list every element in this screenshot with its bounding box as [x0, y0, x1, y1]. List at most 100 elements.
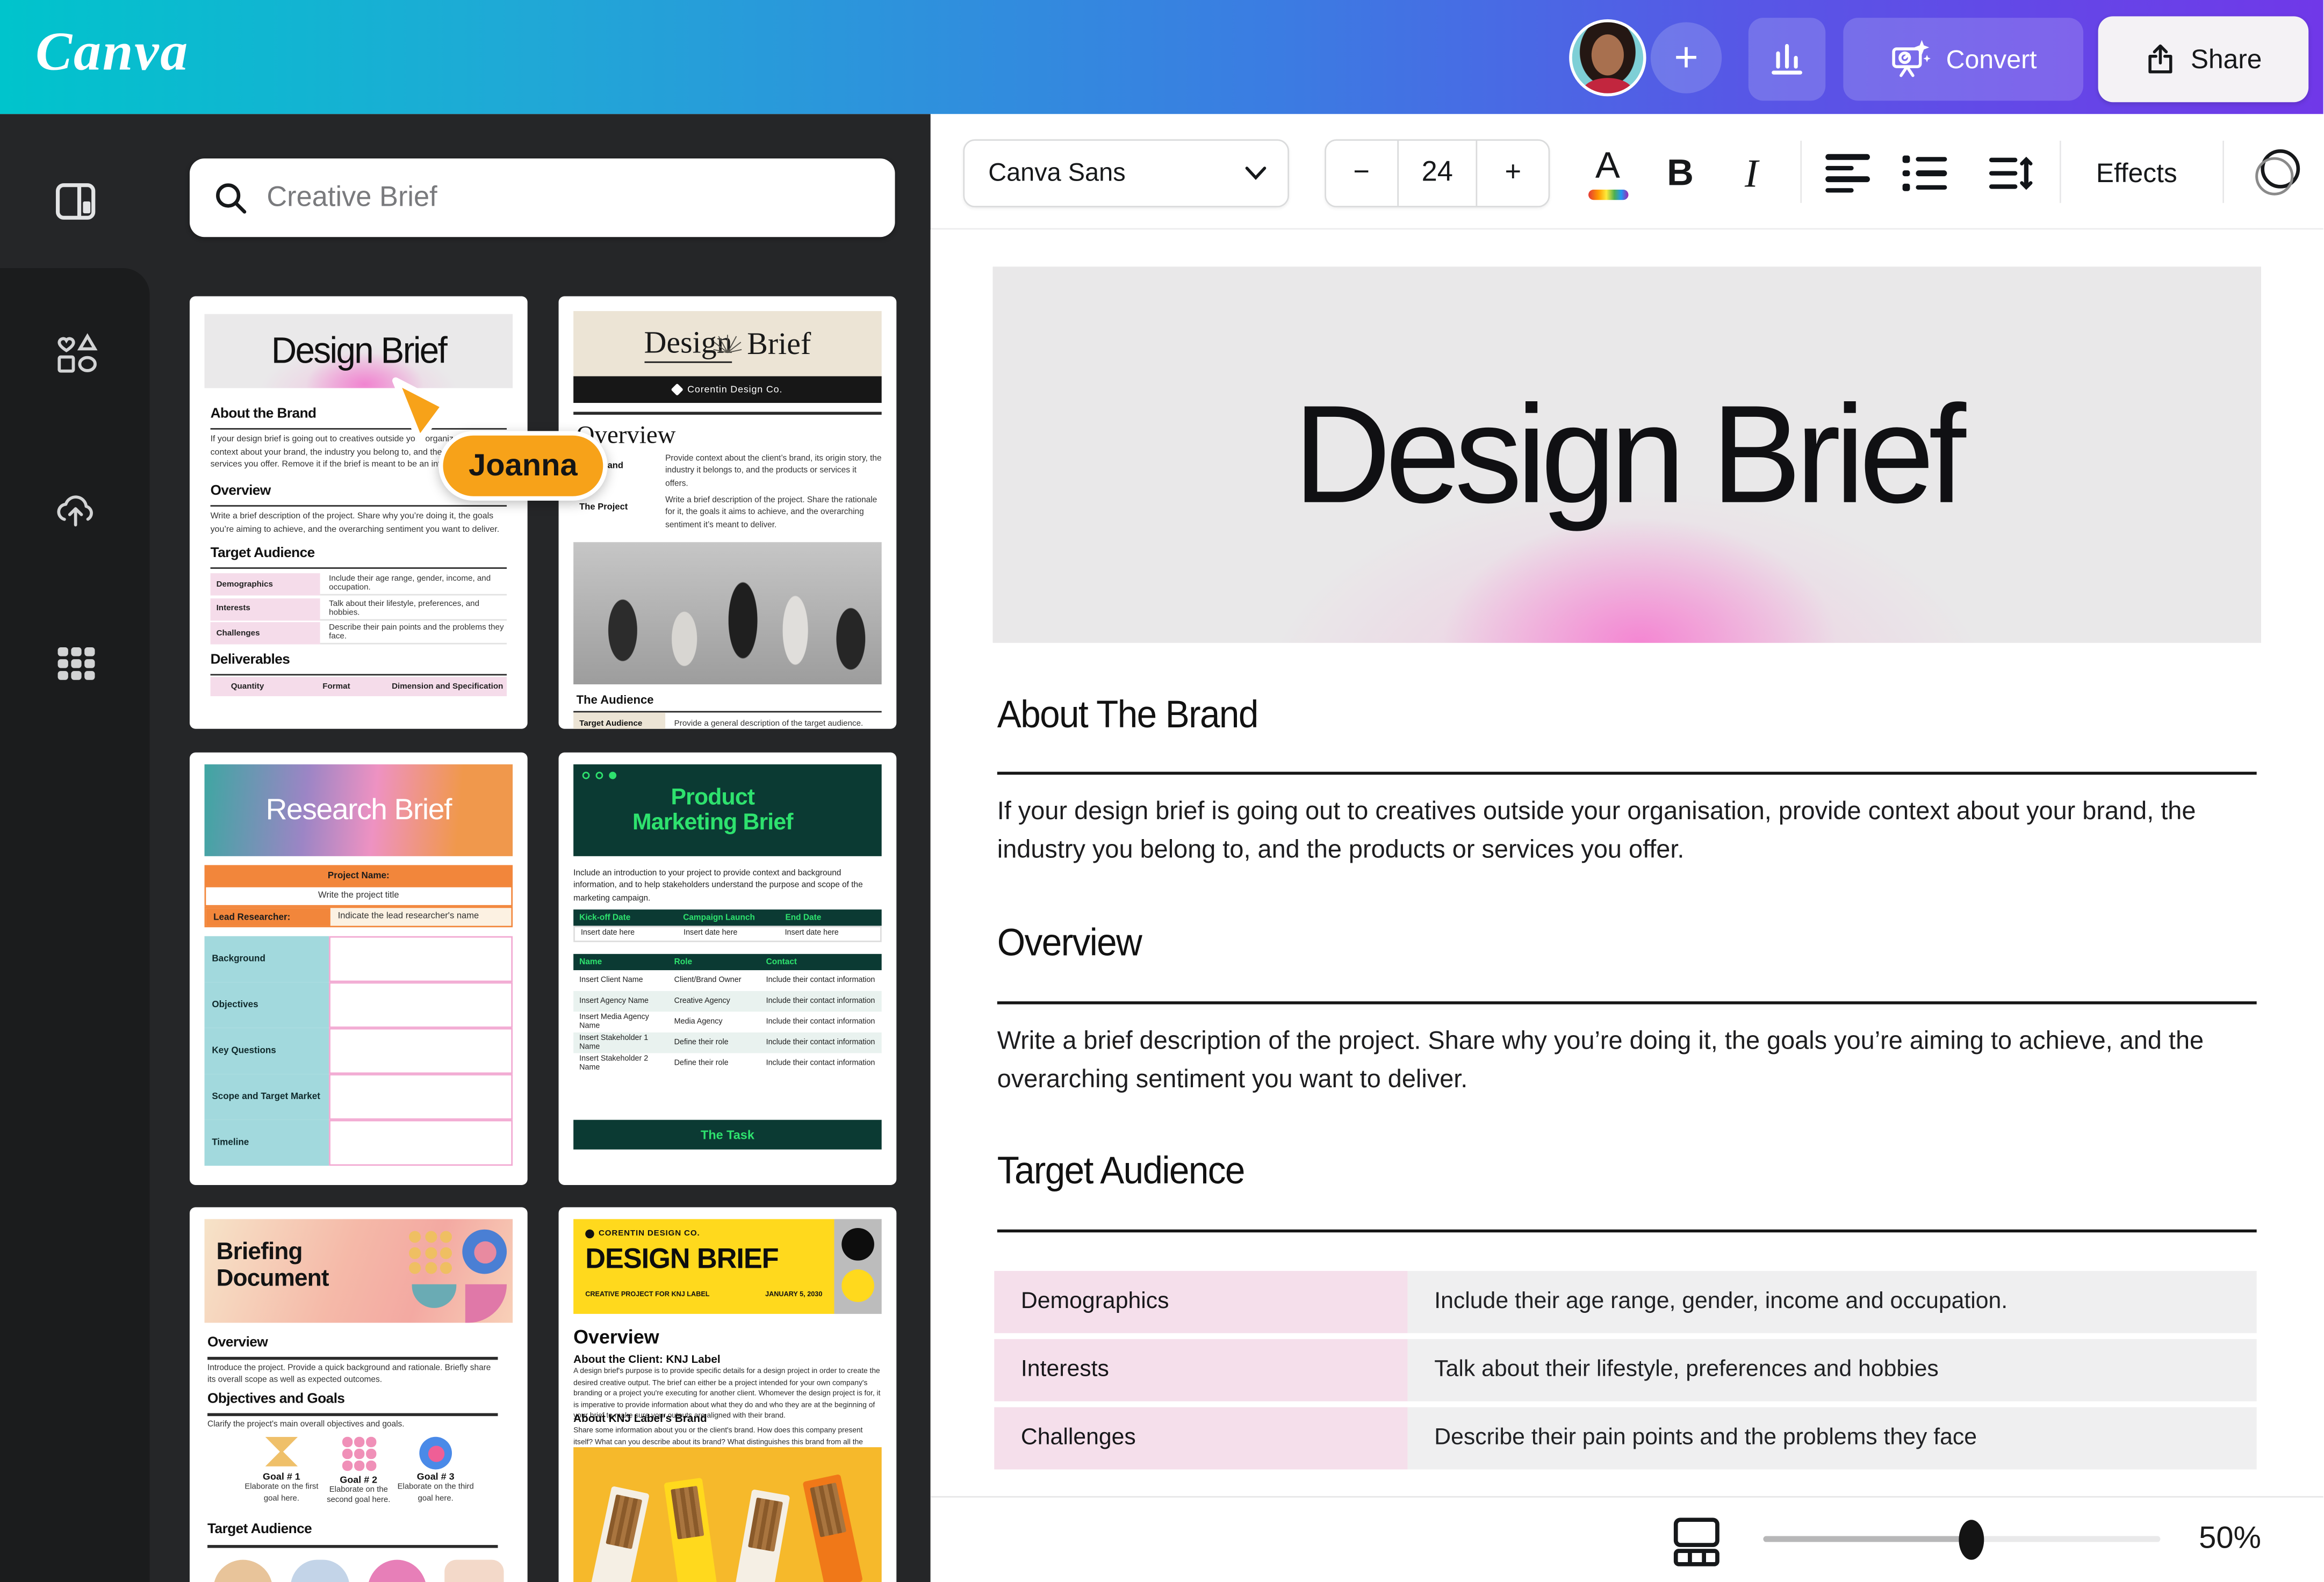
font-size-stepper: − 24 + — [1325, 139, 1550, 207]
search-input[interactable] — [267, 182, 874, 214]
table-value: Insert date here — [575, 927, 678, 941]
template-header: Design Brief — [573, 311, 882, 376]
subtitle-row: CREATIVE PROJECT FOR KNJ LABELJANUARY 5,… — [585, 1290, 822, 1298]
goal-name: Goal # 3 — [394, 1472, 477, 1483]
goal-name: Goal # 1 — [240, 1472, 323, 1483]
section-body: Introduce the project. Provide a quick b… — [207, 1363, 498, 1388]
template-card-design-brief-serif[interactable]: Design Brief Corentin Design Co. Overvie… — [559, 297, 897, 729]
doc-section-heading[interactable]: Target Audience — [997, 1148, 1244, 1194]
table-value: Insert date here — [678, 927, 779, 941]
section-heading: About the Client: KNJ Label — [573, 1353, 720, 1366]
bold-button[interactable]: B — [1651, 139, 1710, 207]
zoom-slider-knob[interactable] — [1959, 1520, 1984, 1559]
table-label: Scope and Target Market — [205, 1074, 329, 1119]
line-spacing-button[interactable] — [1977, 139, 2045, 207]
share-button[interactable]: Share — [2098, 16, 2309, 102]
table-value: Insert Agency Name — [573, 991, 668, 1012]
table-label: Key Questions — [205, 1028, 329, 1074]
table-value: Indicate the lead researcher's name — [330, 908, 511, 926]
table-label: Timeline — [205, 1120, 329, 1166]
doc-section-heading[interactable]: About The Brand — [997, 692, 1258, 738]
table-label: Interests — [994, 1339, 1407, 1402]
rainbow-color-bar — [1588, 189, 1628, 199]
template-header: Design Brief — [205, 314, 513, 388]
table-value: Creative Agency — [668, 991, 760, 1012]
brand-name: CORENTIN DESIGN CO. — [599, 1230, 700, 1239]
document-header-image[interactable]: Design Brief — [993, 266, 2261, 642]
template-card-design-brief-pink[interactable]: Design Brief About the Brand If your des… — [190, 297, 528, 729]
add-member-button[interactable]: + — [1651, 22, 1722, 93]
convert-button[interactable]: Convert — [1843, 18, 2083, 100]
templates-panel: Design Brief About the Brand If your des… — [0, 114, 931, 1582]
section-divider — [997, 1230, 2257, 1233]
font-size-increase-button[interactable]: + — [1478, 141, 1548, 206]
share-label: Share — [2191, 44, 2262, 75]
table-label: Target Audience — [573, 712, 665, 728]
template-title: Research Brief — [266, 793, 451, 827]
font-size-decrease-button[interactable]: − — [1326, 141, 1397, 206]
elements-icon[interactable] — [52, 329, 99, 376]
template-card-product-marketing-brief[interactable]: ProductMarketing Brief Include an introd… — [559, 753, 897, 1185]
table-header: Role — [668, 954, 760, 970]
dot-grid-shape — [409, 1231, 454, 1275]
doc-section-body[interactable]: If your design brief is going out to cre… — [997, 792, 2260, 869]
document-title[interactable]: Design Brief — [1293, 375, 1960, 535]
row-body: Write a brief description of the project… — [665, 495, 882, 532]
text-color-button[interactable]: A — [1578, 136, 1637, 211]
font-size-value[interactable]: 24 — [1397, 141, 1478, 206]
canva-logo[interactable]: Canva — [35, 21, 189, 85]
doc-section-heading[interactable]: Overview — [997, 920, 1141, 965]
table-value: Media Agency — [668, 1012, 760, 1032]
italic-button[interactable]: I — [1722, 139, 1781, 207]
insights-button[interactable] — [1749, 18, 1825, 100]
zoom-level-label: 50% — [2199, 1521, 2261, 1557]
audience-table-row[interactable]: Interests Talk about their lifestyle, pr… — [994, 1339, 2256, 1402]
table-value: Describe their pain points and the probl… — [1408, 1407, 2257, 1470]
goal-name: Goal # 2 — [317, 1475, 400, 1485]
text-align-button[interactable] — [1825, 139, 1890, 207]
section-body: Clarify the project's main overall objec… — [207, 1419, 498, 1432]
section-heading: Objectives and Goals — [207, 1391, 344, 1407]
table-label: Background — [205, 936, 329, 982]
section-divider — [997, 772, 2257, 775]
font-family-select[interactable]: Canva Sans — [963, 139, 1289, 207]
brand-name: Corentin Design Co. — [687, 385, 782, 395]
audience-table-row[interactable]: Challenges Describe their pain points an… — [994, 1407, 2256, 1470]
template-card-research-brief[interactable]: Research Brief Project Name: Write the p… — [190, 753, 528, 1185]
shadow-style-button[interactable] — [2243, 139, 2312, 207]
effects-button[interactable]: Effects — [2081, 139, 2193, 207]
template-header: BriefingDocument — [205, 1219, 513, 1323]
text-toolbar: Canva Sans − 24 + A B I Effects — [931, 114, 2323, 229]
audience-table-row[interactable]: Demographics Include their age range, ge… — [994, 1271, 2256, 1333]
header-side-shapes — [834, 1219, 881, 1313]
section-divider — [997, 1001, 2257, 1005]
uploads-icon[interactable] — [52, 486, 99, 533]
design-canvas: Design Brief About The Brand If your des… — [931, 229, 2323, 1496]
table-label: Lead Researcher: — [206, 908, 330, 926]
template-card-design-brief-yellow[interactable]: CORENTIN DESIGN CO. DESIGN BRIEF CREATIV… — [559, 1207, 897, 1582]
table-label: Demographics — [994, 1271, 1407, 1333]
bullet-list-button[interactable] — [1903, 139, 1968, 207]
section-heading: Target Audience — [207, 1521, 312, 1537]
diamond-icon — [671, 384, 683, 396]
line-spacing-icon — [1987, 154, 2034, 193]
section-heading: Overview — [573, 1326, 659, 1348]
doc-section-body[interactable]: Write a brief description of the project… — [997, 1022, 2260, 1099]
apps-grid-icon[interactable] — [52, 640, 99, 687]
dot-icon — [585, 1230, 594, 1239]
avatar[interactable] — [1569, 19, 1646, 96]
grid-view-icon[interactable] — [1668, 1514, 1725, 1570]
row-label: The Project — [579, 504, 628, 513]
table-value: Insert date here — [779, 927, 880, 941]
quarter-shape — [465, 1284, 507, 1323]
task-banner: The Task — [573, 1120, 882, 1150]
table-header: Contact — [760, 954, 882, 970]
template-title: DESIGN BRIEF — [585, 1244, 778, 1277]
table-value: Talk about their lifestyle, preferences,… — [320, 598, 507, 620]
brand-bar: Corentin Design Co. — [573, 376, 882, 403]
collaborator-name: Joanna — [469, 448, 578, 483]
table-header: Name — [573, 954, 668, 970]
sidebar-panel-toggle-icon[interactable] — [52, 178, 99, 225]
section-heading: About KNJ Label's Brand — [573, 1412, 707, 1425]
template-card-briefing-document[interactable]: BriefingDocument Overview Introduce the … — [190, 1207, 528, 1582]
